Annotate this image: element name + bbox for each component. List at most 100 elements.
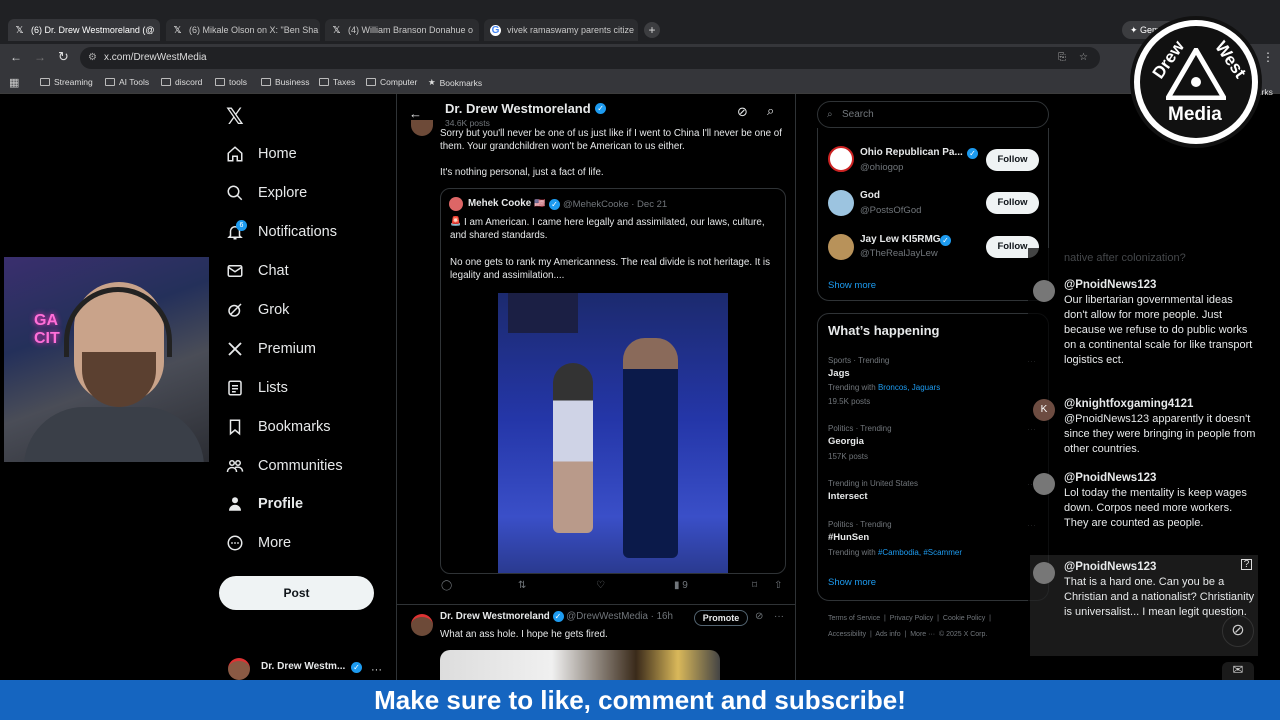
- more-icon[interactable]: ···: [774, 611, 784, 622]
- avatar: [1033, 280, 1055, 302]
- avatar: [828, 234, 854, 260]
- grok-icon[interactable]: ⊘: [737, 104, 748, 120]
- quote-photo[interactable]: [498, 293, 728, 573]
- account-switcher[interactable]: Dr. Drew Westm... ✓ ···: [228, 658, 388, 680]
- show-more-link[interactable]: Show more: [828, 280, 876, 291]
- nav-notifications[interactable]: Notifications 6: [226, 220, 337, 241]
- avatar: [411, 120, 433, 136]
- trend-extra-links[interactable]: Broncos, Jaguars: [878, 383, 940, 392]
- trend-meta: Trending in United States: [828, 479, 918, 488]
- bookmark-folder[interactable]: tools: [215, 77, 247, 87]
- post-button[interactable]: Post: [219, 576, 374, 610]
- trend-count: 157K posts: [828, 452, 869, 461]
- search-icon: [227, 185, 243, 201]
- tab-title: (4) William Branson Donahue o: [348, 25, 474, 35]
- notification-badge: 6: [236, 220, 247, 231]
- follow-button[interactable]: Follow: [986, 192, 1039, 214]
- nav-label: Explore: [258, 185, 308, 201]
- browser-tab[interactable]: 𝕏 (4) William Branson Donahue o ✕: [325, 19, 479, 41]
- follow-name[interactable]: God: [860, 190, 880, 201]
- bookmark-folder[interactable]: AI Tools: [105, 77, 149, 87]
- follow-button[interactable]: Follow: [986, 149, 1039, 171]
- footer-links[interactable]: Terms of Service | Privacy Policy | Cook…: [828, 615, 991, 622]
- nav-lists[interactable]: Lists: [226, 379, 288, 397]
- trend-extra-links[interactable]: #Cambodia, #Scammer: [878, 548, 962, 557]
- repost-icon[interactable]: ⇅: [518, 580, 526, 591]
- quoted-tweet[interactable]: Mehek Cooke 🇺🇸 ✓ @MehekCooke · Dec 21 🚨 …: [440, 188, 786, 574]
- tab-title: vivek ramaswamy parents citize: [507, 25, 635, 35]
- back-icon[interactable]: ←: [10, 50, 22, 64]
- show-more-link[interactable]: Show more: [828, 577, 876, 588]
- forward-icon[interactable]: →: [34, 50, 46, 64]
- photo-man: [623, 338, 678, 558]
- bookmark-icon[interactable]: ⌑: [752, 580, 757, 591]
- trend-title[interactable]: Jags: [828, 368, 850, 379]
- views-icon[interactable]: ▮ 9: [674, 580, 688, 591]
- photo-banner: [508, 293, 578, 333]
- more-circle-icon: [227, 535, 243, 551]
- new-tab-button[interactable]: +: [644, 22, 660, 38]
- nav-grok[interactable]: Grok: [226, 301, 289, 319]
- bookmark-folder[interactable]: Computer: [366, 77, 417, 87]
- nav-label: Lists: [258, 380, 288, 396]
- chat-text: Lol today the mentality is keep wages do…: [1064, 487, 1247, 529]
- browser-tab-bar: 𝕏 (6) Dr. Drew Westmoreland (@ ✕ 𝕏 (6) M…: [0, 0, 1280, 44]
- mail-icon[interactable]: ✉: [1222, 662, 1254, 680]
- nav-bookmarks[interactable]: Bookmarks: [226, 418, 331, 436]
- nav-chat[interactable]: Chat: [226, 262, 289, 280]
- trend-title[interactable]: Georgia: [828, 436, 864, 447]
- grok-icon[interactable]: ⊘: [1222, 615, 1254, 647]
- bookmark-folder[interactable]: Business: [261, 77, 310, 87]
- profile-header: Dr. Drew Westmoreland ✓: [445, 100, 607, 118]
- folder-icon: [261, 78, 271, 86]
- browser-tab[interactable]: 𝕏 (6) Mikale Olson on X: "Ben Sha ✕: [166, 19, 320, 41]
- star-icon[interactable]: ☆: [1079, 47, 1088, 69]
- tweet-media[interactable]: [440, 650, 720, 680]
- nav-premium[interactable]: Premium: [226, 340, 316, 358]
- search-placeholder: Search: [842, 109, 874, 120]
- chat-text: @PnoidNews123 apparently it doesn't sinc…: [1064, 413, 1256, 455]
- browser-tab[interactable]: 𝕏 (6) Dr. Drew Westmoreland (@ ✕: [8, 19, 160, 41]
- chat-author: @knightfoxgaming4121: [1064, 398, 1194, 410]
- grok-icon[interactable]: ⊘: [755, 611, 763, 622]
- avatar: [1033, 473, 1055, 495]
- share-icon[interactable]: ⇧: [774, 580, 782, 591]
- promote-button[interactable]: Promote: [694, 610, 748, 626]
- chat-author: @PnoidNews123: [1064, 561, 1157, 573]
- verified-icon: ✓: [351, 662, 362, 673]
- install-icon[interactable]: ⎘: [1058, 47, 1066, 69]
- bookmark-folder[interactable]: Taxes: [319, 77, 355, 87]
- apps-grid-icon[interactable]: ▦: [9, 76, 19, 89]
- url-field[interactable]: ⚙ x.com/DrewWestMedia ⎘ ☆: [80, 47, 1100, 69]
- nav-explore[interactable]: Explore: [226, 184, 307, 202]
- reload-icon[interactable]: ↻: [58, 49, 69, 65]
- browser-tab[interactable]: G vivek ramaswamy parents citize ✕: [484, 19, 638, 41]
- follow-name[interactable]: Jay Lew KI5RMG: [860, 234, 941, 245]
- back-arrow-icon[interactable]: ←: [409, 106, 422, 121]
- nav-home[interactable]: Home: [226, 145, 297, 163]
- nav-more[interactable]: More: [226, 534, 291, 552]
- search-input[interactable]: ⌕ Search: [817, 101, 1049, 128]
- like-icon[interactable]: ♡: [596, 580, 605, 591]
- trend-title[interactable]: #HunSen: [828, 532, 869, 543]
- reply-icon[interactable]: ◯: [441, 580, 452, 591]
- bookmark-item[interactable]: ★ Bookmarks: [428, 77, 482, 88]
- x-logo-icon[interactable]: 𝕏: [226, 104, 244, 130]
- nav-communities[interactable]: Communities: [226, 457, 343, 475]
- site-info-icon[interactable]: ⚙: [88, 47, 97, 69]
- menu-dots-icon[interactable]: ⋮: [1262, 50, 1274, 64]
- channel-logo: Drew West Media: [1130, 16, 1262, 148]
- footer-links[interactable]: Accessibility | Ads info | More ··· © 20…: [828, 631, 987, 638]
- folder-icon: [105, 78, 115, 86]
- quote-handle: @MehekCooke · Dec 21: [563, 199, 668, 210]
- avatar: [449, 197, 463, 211]
- search-icon[interactable]: ⌕: [767, 103, 774, 119]
- trend-title[interactable]: Intersect: [828, 491, 868, 502]
- bookmark-folder[interactable]: Streaming: [40, 77, 93, 87]
- bookmark-folder[interactable]: discord: [161, 77, 202, 87]
- chat-help-icon[interactable]: ?: [1241, 559, 1252, 570]
- more-icon[interactable]: ···: [371, 664, 382, 676]
- nav-profile[interactable]: Profile: [226, 495, 303, 513]
- follow-name[interactable]: Ohio Republican Pa...: [860, 147, 963, 158]
- tweet-actions: ◯ ⇅ ♡ ▮ 9 ⌑ ⇧: [440, 580, 786, 594]
